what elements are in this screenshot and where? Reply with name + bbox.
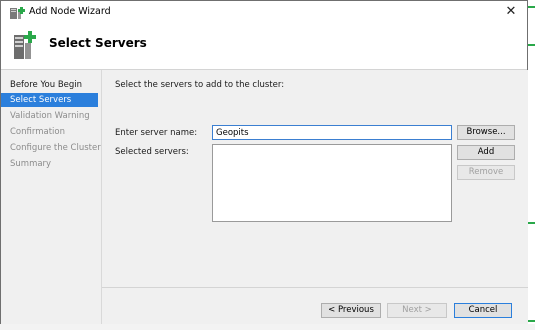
add-button[interactable]: Add [457,145,515,160]
nav-item-before-you-begin[interactable]: Before You Begin [1,78,101,92]
nav-item-confirmation: Confirmation [10,127,65,137]
background-window-edge [0,324,535,330]
nav-item-configure-the-cluster: Configure the Cluster [10,143,101,153]
next-button: Next > [387,303,447,318]
instruction-text: Select the servers to add to the cluster… [115,80,285,90]
cancel-button[interactable]: Cancel [454,303,512,318]
server-cluster-add-icon [10,7,25,19]
close-icon: ✕ [505,4,517,19]
server-name-label: Enter server name: [115,128,198,138]
background-decoration [528,44,535,46]
server-name-input[interactable] [212,125,452,140]
selected-servers-list[interactable] [212,144,452,222]
footer-divider [102,287,528,288]
nav-item-summary: Summary [10,159,52,169]
background-decoration [528,222,535,224]
wizard-steps-nav: Before You Begin Select Servers Validati… [1,70,102,325]
previous-button[interactable]: < Previous [321,303,381,318]
remove-button: Remove [457,165,515,180]
page-title: Select Servers [49,36,147,50]
add-node-wizard-window: Add Node Wizard ✕ Select Servers Before … [0,0,528,325]
background-decoration [528,320,535,322]
window-title: Add Node Wizard [29,6,111,17]
nav-item-validation-warning: Validation Warning [10,111,90,121]
page-header: Select Servers [1,25,527,69]
selected-servers-label: Selected servers: [115,147,189,157]
close-button[interactable]: ✕ [497,2,525,22]
server-cluster-add-icon [14,31,36,59]
background-decoration [528,6,535,8]
browse-button[interactable]: Browse... [457,125,515,140]
title-bar: Add Node Wizard ✕ [1,1,527,25]
nav-item-select-servers[interactable]: Select Servers [1,93,98,107]
main-content: Select the servers to add to the cluster… [102,70,528,325]
background-window-edge [528,0,535,330]
